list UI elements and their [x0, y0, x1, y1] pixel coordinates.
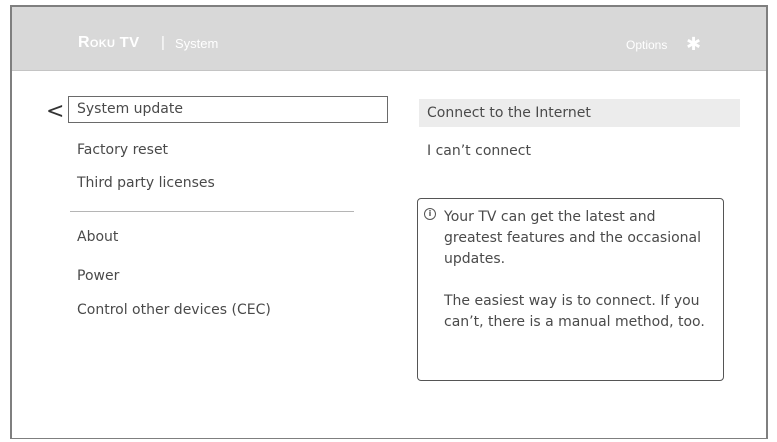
menu-item-factory-reset[interactable]: Factory reset — [68, 137, 168, 164]
menu-item-third-party-licenses[interactable]: Third party licenses — [68, 170, 215, 197]
menu-divider — [70, 211, 354, 212]
option-cant-connect[interactable]: I can’t connect — [419, 137, 740, 165]
menu-item-about[interactable]: About — [68, 224, 118, 251]
header-separator: | — [161, 34, 165, 51]
brand-roku-text: Roku — [78, 34, 116, 51]
menu-item-control-other-devices[interactable]: Control other devices (CEC) — [68, 297, 271, 324]
info-text-1: Your TV can get the latest and greatest … — [444, 209, 701, 267]
back-arrow-icon[interactable]: < — [46, 101, 64, 123]
tv-screen: Roku TV | System Options ✱ < System upda… — [10, 5, 768, 439]
info-panel: i Your TV can get the latest and greates… — [417, 198, 724, 381]
menu-item-system-update[interactable]: System update — [68, 96, 388, 123]
page-title: System — [175, 36, 219, 51]
options-label[interactable]: Options — [626, 38, 667, 52]
brand-tv-text: TV — [119, 34, 140, 51]
option-connect-to-internet[interactable]: Connect to the Internet — [419, 99, 740, 127]
roku-tv-logo: Roku TV — [78, 34, 139, 52]
info-text-2: The easiest way is to connect. If you ca… — [444, 293, 705, 330]
header-bar: Roku TV | System Options ✱ — [12, 7, 766, 71]
info-icon: i — [424, 208, 436, 220]
options-star-icon[interactable]: ✱ — [686, 34, 701, 55]
menu-item-power[interactable]: Power — [68, 263, 119, 290]
